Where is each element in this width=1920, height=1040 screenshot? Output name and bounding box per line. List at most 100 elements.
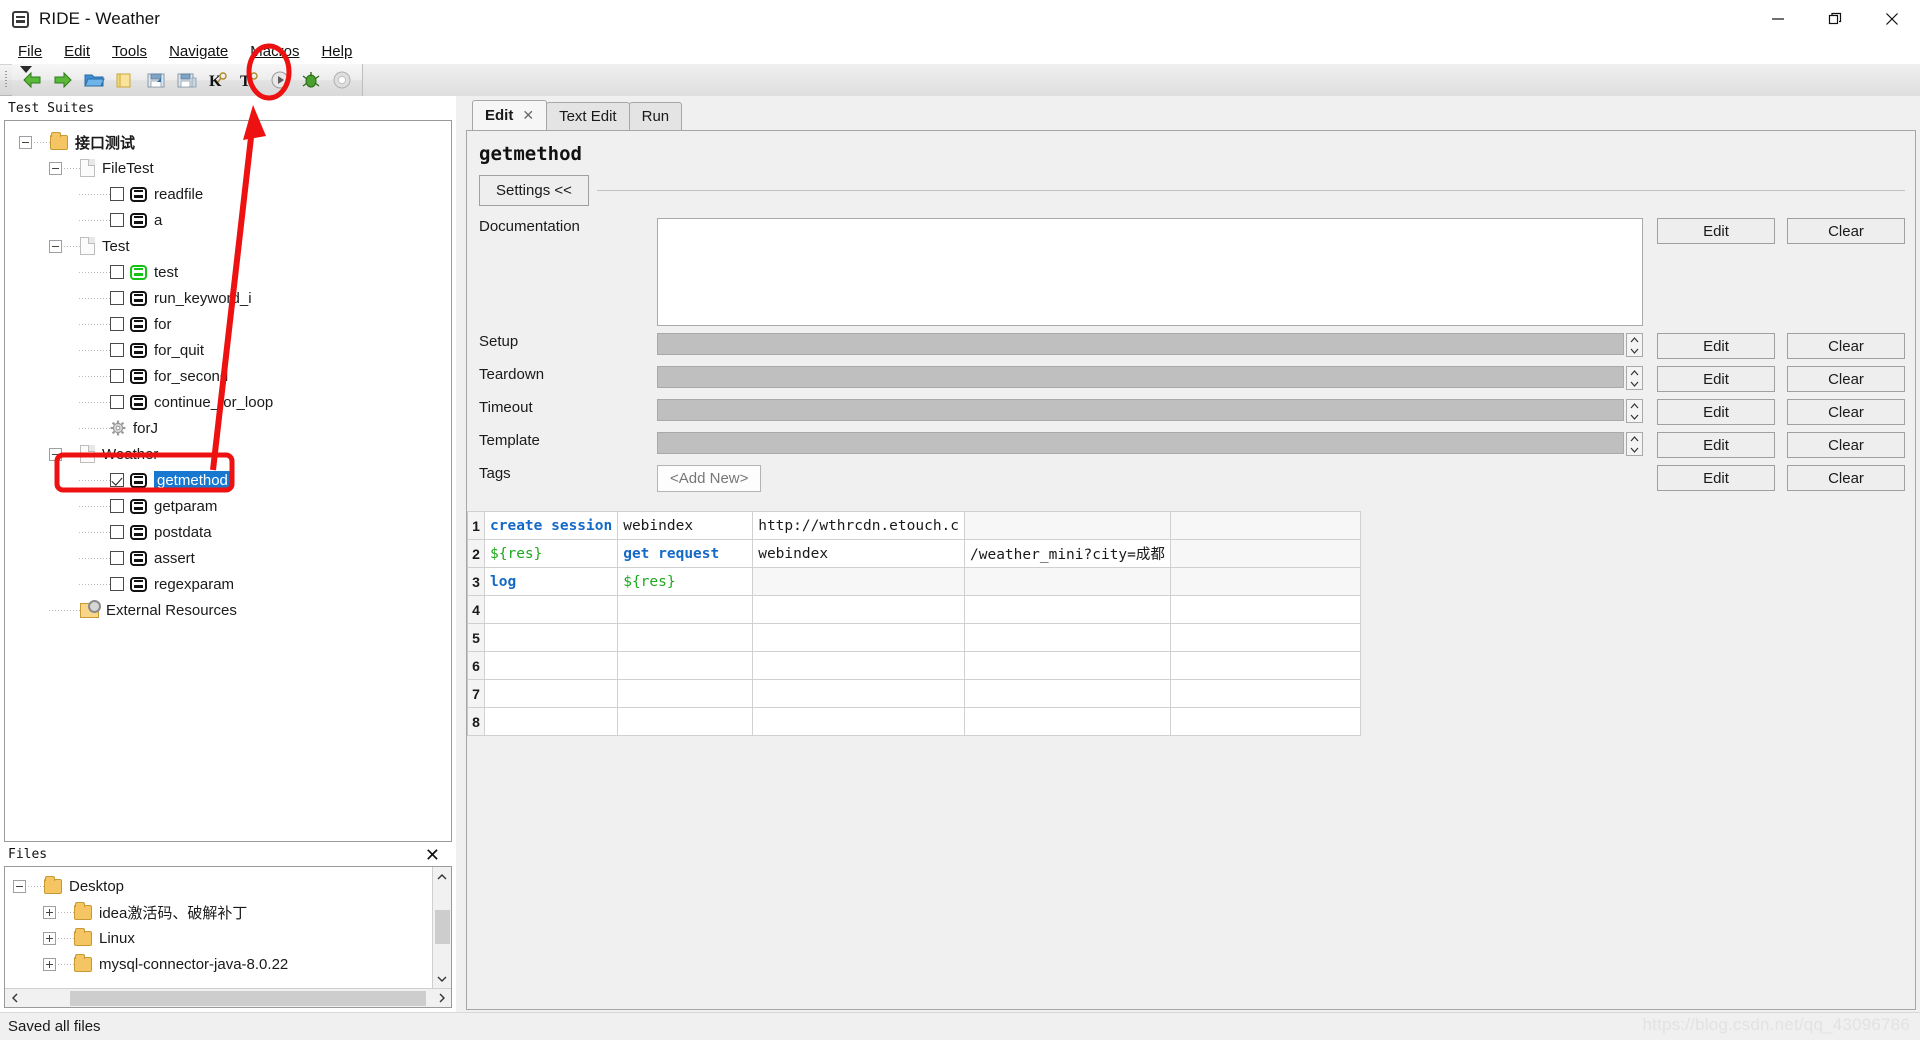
tree-collapse-icon[interactable] [49,447,62,461]
tree-item-checkbox[interactable] [110,213,124,227]
grid-cell[interactable] [483,595,619,624]
setting-spinner[interactable] [1626,366,1643,390]
teardown-edit-button[interactable]: Edit [1657,366,1775,392]
tree-item-for_quit[interactable]: for_quit [5,337,451,363]
table-row[interactable]: 8 [467,707,1361,736]
grid-cell[interactable] [1169,511,1361,540]
tree-collapse-icon[interactable] [49,161,62,175]
tree-item-checkbox[interactable] [110,473,124,487]
timeout-edit-button[interactable]: Edit [1657,399,1775,425]
new-folder-icon[interactable] [111,67,139,93]
table-row[interactable]: 2 ${res} get request webindex/weather_mini?… [467,539,1361,568]
scroll-up-icon[interactable] [433,867,452,886]
grid-cell[interactable] [1169,651,1361,680]
grid-cell[interactable] [964,511,1171,540]
tree-item-checkbox[interactable] [110,369,124,383]
files-horizontal-scrollbar[interactable] [5,988,451,1007]
tree-item-checkbox[interactable] [110,187,124,201]
table-row[interactable]: 7 [467,679,1361,708]
grid-cell[interactable]: webindex [617,511,754,540]
grid-cell[interactable] [617,651,754,680]
grid-cell[interactable] [1169,595,1361,624]
new-testcase-icon[interactable]: T [235,67,263,93]
tree-item-postdata[interactable]: postdata [5,519,451,545]
tab-edit[interactable]: Edit ✕ [472,100,548,130]
grid-cell[interactable] [483,679,619,708]
timeout-input[interactable] [657,399,1624,421]
tree-item-checkbox[interactable] [110,499,124,513]
tree-item-getparam[interactable]: getparam [5,493,451,519]
grid-cell[interactable] [752,595,966,624]
timeout-clear-button[interactable]: Clear [1787,399,1905,425]
tree-item-for_second[interactable]: for_second [5,363,451,389]
menu-edit[interactable]: Edit [54,41,100,62]
table-row[interactable]: 5 [467,623,1361,652]
setup-edit-button[interactable]: Edit [1657,333,1775,359]
toolbar-grip[interactable] [0,65,12,95]
tree-item-ExternalResources[interactable]: External Resources [5,597,451,623]
tree-item-checkbox[interactable] [110,395,124,409]
template-edit-button[interactable]: Edit [1657,432,1775,458]
open-folder-icon[interactable] [80,67,108,93]
grid-cell[interactable] [964,707,1171,736]
tree-item-run_keyword_i[interactable]: run_keyword_i [5,285,451,311]
tree-item-forJ[interactable]: forJ [5,415,451,441]
tree-item-assert[interactable]: assert [5,545,451,571]
tree-collapse-icon[interactable] [49,239,62,253]
setup-clear-button[interactable]: Clear [1787,333,1905,359]
test-suites-tree[interactable]: 接口测试 FileTest readfile a Test test run_keyword… [4,120,452,842]
grid-cell[interactable] [752,567,966,596]
menu-file[interactable]: File [8,41,52,62]
menu-help[interactable]: Help [311,41,362,62]
template-input[interactable] [657,432,1624,454]
files-tree-item[interactable]: Linux [5,925,451,951]
grid-cell[interactable] [617,595,754,624]
tree-item-checkbox[interactable] [110,551,124,565]
files-tree-box[interactable]: Desktop idea激活码、破解补丁 Linux mysql-connector-… [4,866,452,1008]
tree-item-checkbox[interactable] [110,343,124,357]
tree-item-checkbox[interactable] [110,525,124,539]
grid-cell[interactable] [483,623,619,652]
tree-item-a[interactable]: a [5,207,451,233]
template-clear-button[interactable]: Clear [1787,432,1905,458]
files-tree-item[interactable]: idea激活码、破解补丁 [5,899,451,925]
test-steps-grid[interactable]: 1 create session webindex http://wthrcdn.et… [467,511,1361,736]
minimize-button[interactable] [1749,0,1806,38]
tags-clear-button[interactable]: Clear [1787,465,1905,491]
table-row[interactable]: 6 [467,651,1361,680]
tree-item-checkbox[interactable] [110,291,124,305]
tree-expand-icon[interactable] [43,957,56,971]
close-button[interactable] [1863,0,1920,38]
tree-item-Test[interactable]: Test [5,233,451,259]
grid-cell[interactable] [752,651,966,680]
tree-collapse-icon[interactable] [13,879,26,893]
files-scroll-thumb[interactable] [434,910,450,944]
grid-cell[interactable] [1169,567,1361,596]
tree-item-checkbox[interactable] [110,317,124,331]
tree-item-regexparam[interactable]: regexparam [5,571,451,597]
grid-cell[interactable]: get request [617,539,754,568]
grid-cell[interactable] [1169,707,1361,736]
files-tree-item[interactable]: mysql-connector-java-8.0.22 [5,951,451,977]
tree-expand-icon[interactable] [43,931,56,945]
grid-cell[interactable] [617,707,754,736]
setting-spinner[interactable] [1626,432,1643,456]
tree-item-checkbox[interactable] [110,577,124,591]
setting-spinner[interactable] [1626,333,1643,357]
table-row[interactable]: 3 log ${res} [467,567,1361,596]
grid-cell[interactable] [752,707,966,736]
files-vertical-scrollbar[interactable] [432,867,451,988]
tree-item-getmethod[interactable]: getmethod [5,467,451,493]
grid-cell[interactable]: webindex [752,539,966,568]
teardown-input[interactable] [657,366,1624,388]
grid-cell[interactable]: create session [483,511,619,540]
files-hscroll-thumb[interactable] [70,990,426,1006]
tree-item-readfile[interactable]: readfile [5,181,451,207]
grid-cell[interactable] [752,679,966,708]
tags-edit-button[interactable]: Edit [1657,465,1775,491]
menu-macros[interactable]: Macros [240,41,309,62]
grid-cell[interactable] [617,623,754,652]
tree-item-checkbox[interactable] [110,265,124,279]
grid-cell[interactable]: ${res} [483,539,619,568]
grid-cell[interactable] [964,679,1171,708]
